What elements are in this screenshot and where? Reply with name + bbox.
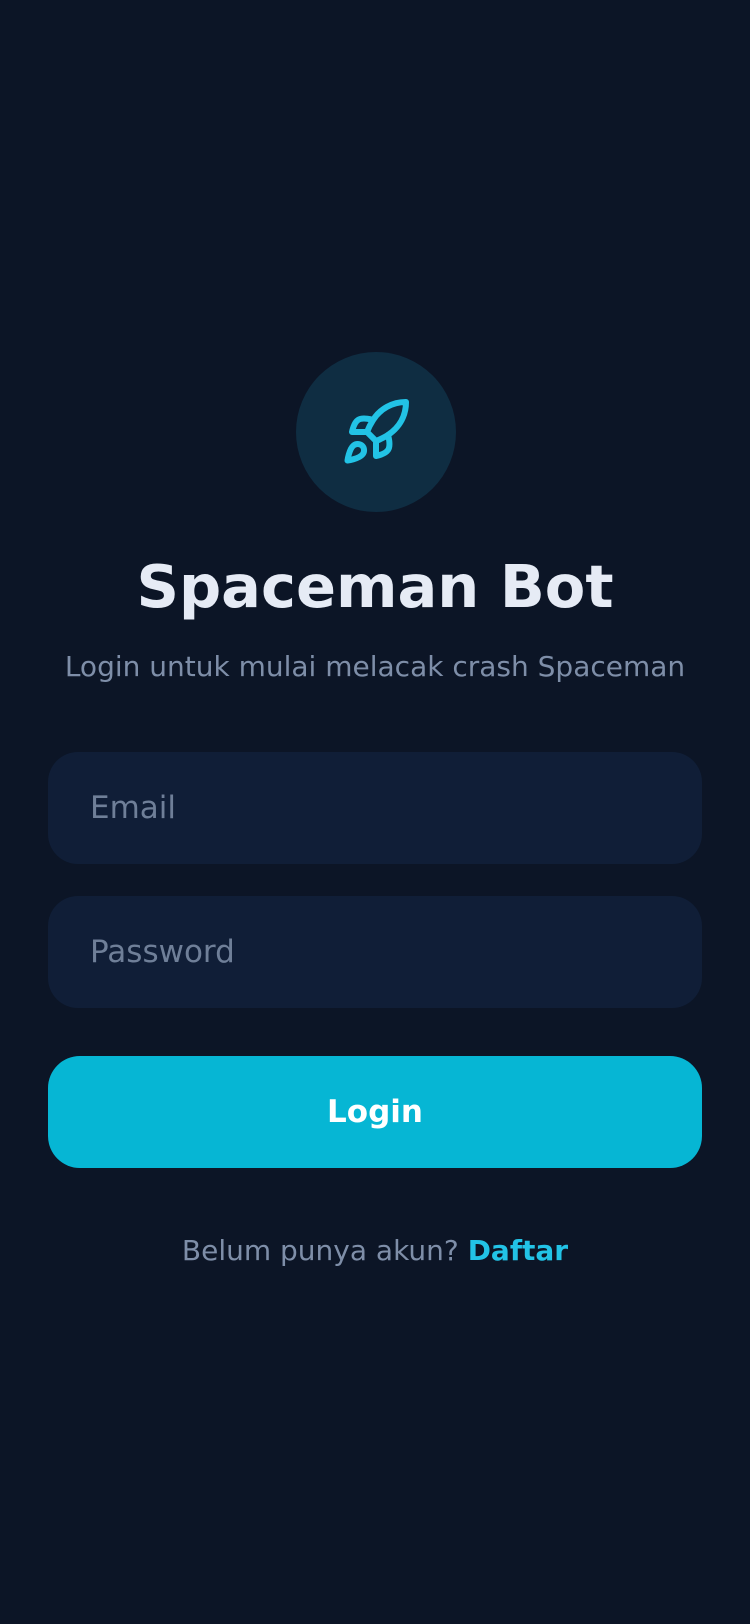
password-field-container: [48, 896, 702, 1008]
email-field-container: [48, 752, 702, 864]
login-screen: Spaceman Bot Login untuk mulai melacak c…: [0, 0, 750, 1624]
signup-prompt: Belum punya akun?: [181, 1234, 468, 1267]
app-logo: [296, 352, 456, 512]
signup-row: Belum punya akun? Daftar: [0, 1234, 750, 1267]
rocket-icon: [344, 398, 409, 464]
app-title: Spaceman Bot: [136, 552, 614, 621]
login-button[interactable]: Login: [48, 1056, 702, 1168]
app-subtitle: Login untuk mulai melacak crash Spaceman: [64, 650, 686, 683]
password-field[interactable]: [88, 933, 702, 971]
email-field[interactable]: [88, 789, 702, 827]
signup-link[interactable]: Daftar: [468, 1234, 568, 1267]
